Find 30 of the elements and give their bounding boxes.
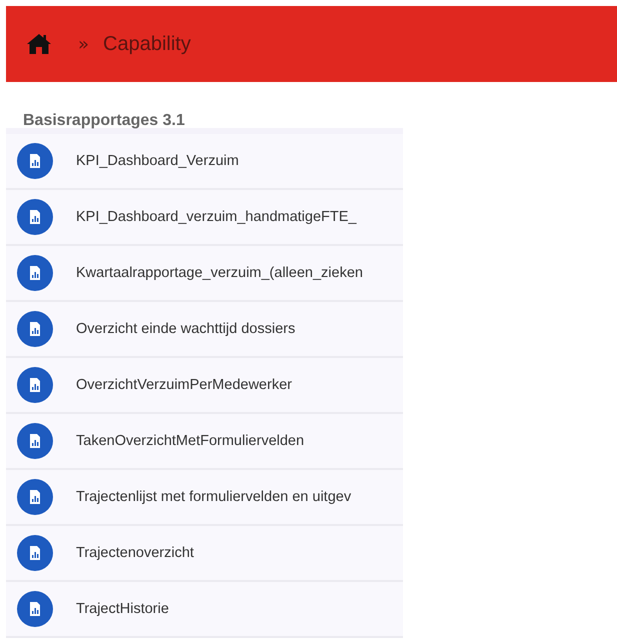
report-list-item[interactable]: Trajectenoverzicht bbox=[6, 526, 403, 582]
report-file-icon bbox=[17, 199, 53, 235]
report-file-icon bbox=[17, 367, 53, 403]
report-file-icon bbox=[17, 143, 53, 179]
report-file-icon bbox=[17, 591, 53, 627]
report-list-item[interactable]: KPI_Dashboard_verzuim_handmatigeFTE_ bbox=[6, 190, 403, 246]
report-list-item[interactable]: KPI_Dashboard_Verzuim bbox=[6, 134, 403, 190]
report-file-icon bbox=[17, 423, 53, 459]
breadcrumb-separator: » bbox=[78, 34, 90, 54]
report-list-item[interactable]: TrajectHistorie bbox=[6, 582, 403, 638]
report-file-icon bbox=[17, 311, 53, 347]
report-list-item[interactable]: OverzichtVerzuimPerMedewerker bbox=[6, 358, 403, 414]
report-name: Kwartaalrapportage_verzuim_(alleen_zieken bbox=[76, 265, 363, 281]
report-file-icon bbox=[17, 479, 53, 515]
report-name: Trajectenoverzicht bbox=[76, 545, 194, 561]
report-list-item[interactable]: Overzicht einde wachttijd dossiers bbox=[6, 302, 403, 358]
section-title: Basisrapportages 3.1 bbox=[22, 111, 186, 128]
report-file-icon bbox=[17, 255, 53, 291]
home-icon[interactable] bbox=[26, 33, 52, 55]
report-list-item[interactable]: Kwartaalrapportage_verzuim_(alleen_zieken bbox=[6, 246, 403, 302]
report-list-item[interactable]: Trajectenlijst met formuliervelden en uitgev bbox=[6, 470, 403, 526]
report-name: TrajectHistorie bbox=[76, 601, 169, 617]
report-list-item[interactable]: TakenOverzichtMetFormuliervelden bbox=[6, 414, 403, 470]
report-file-icon bbox=[17, 535, 53, 571]
report-name: KPI_Dashboard_Verzuim bbox=[76, 153, 239, 169]
report-name: OverzichtVerzuimPerMedewerker bbox=[76, 377, 292, 393]
report-name: KPI_Dashboard_verzuim_handmatigeFTE_ bbox=[76, 209, 356, 225]
report-name: Overzicht einde wachttijd dossiers bbox=[76, 321, 296, 337]
report-name: TakenOverzichtMetFormuliervelden bbox=[76, 433, 304, 449]
report-name: Trajectenlijst met formuliervelden en uitgev bbox=[76, 489, 352, 505]
